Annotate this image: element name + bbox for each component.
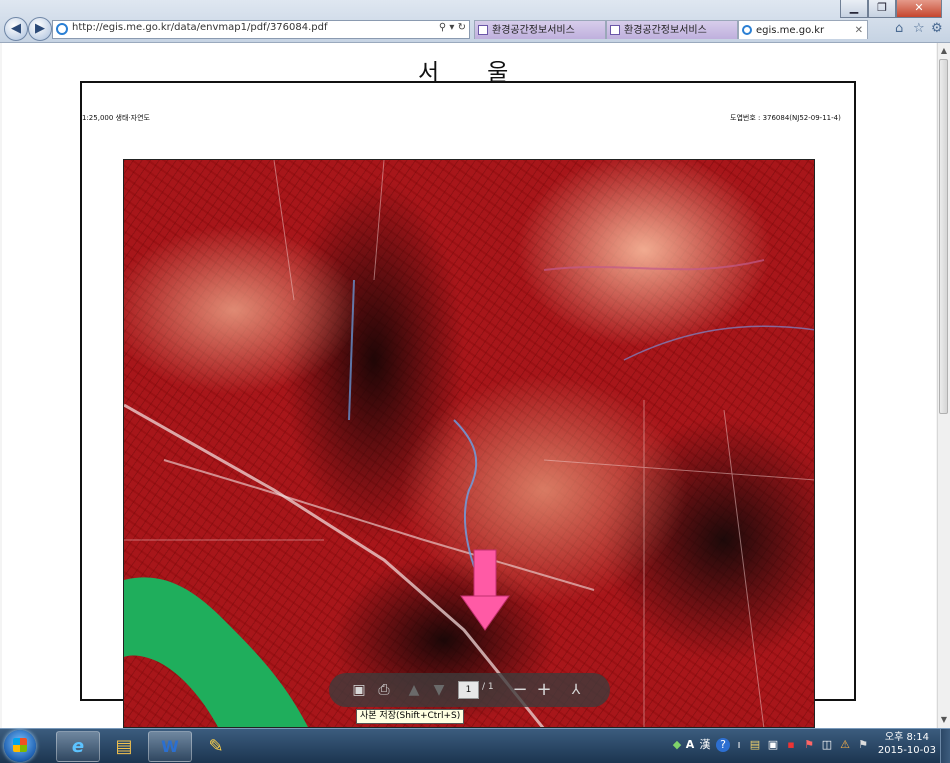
tab-label: egis.me.go.kr bbox=[756, 25, 825, 36]
river-area bbox=[124, 577, 308, 727]
print-icon[interactable]: ⎙ bbox=[375, 681, 393, 699]
start-button[interactable] bbox=[4, 730, 36, 762]
help-icon[interactable]: ? bbox=[716, 738, 730, 752]
word-icon: W bbox=[161, 737, 179, 756]
vertical-scrollbar[interactable]: ▲ ▼ bbox=[937, 43, 950, 728]
major-road bbox=[543, 259, 765, 271]
back-button[interactable]: ◀ bbox=[4, 17, 28, 41]
taskbar-internet-explorer[interactable]: e bbox=[56, 731, 100, 762]
pdf-floating-toolbar: ▣ ⎙ ▲ ▼ 1 / 1 − + ⅄ bbox=[329, 673, 610, 707]
internet-explorer-icon: e bbox=[71, 736, 85, 757]
previous-page-icon[interactable]: ▲ bbox=[405, 681, 423, 699]
home-icon[interactable]: ⌂ bbox=[895, 21, 903, 36]
major-road bbox=[163, 459, 595, 591]
tools-gear-icon[interactable]: ⚙ bbox=[931, 21, 943, 36]
acrobat-icon[interactable]: ⅄ bbox=[567, 681, 585, 699]
flag-icon[interactable]: ⚑ bbox=[802, 738, 816, 752]
minimize-button[interactable]: ▁ bbox=[840, 0, 868, 18]
tab-egis-active[interactable]: egis.me.go.kr ✕ bbox=[738, 20, 868, 39]
scroll-down-icon[interactable]: ▼ bbox=[938, 714, 950, 726]
taskbar-word[interactable]: W bbox=[148, 731, 192, 762]
next-page-icon[interactable]: ▼ bbox=[430, 681, 448, 699]
zoom-in-icon[interactable]: + bbox=[535, 681, 553, 699]
tab-label: 환경공간정보서비스 bbox=[624, 25, 707, 36]
major-road bbox=[348, 279, 355, 421]
address-controls[interactable]: ⚲ ▾ ↻ bbox=[439, 22, 466, 33]
save-copy-tooltip: 사본 저장(Shift+Ctrl+S) bbox=[356, 709, 465, 724]
ecological-map-image bbox=[123, 159, 815, 728]
paint-icon: ✎ bbox=[208, 736, 224, 757]
display-icon[interactable]: ◫ bbox=[820, 738, 834, 752]
windows-taskbar: e ▤ W ✎ ◆ A 漢 ? ı ▤ ▣ ▪ ⚑ ◫ ⚠ ⚑ 오후 8:14 … bbox=[0, 728, 950, 763]
tab-label: 환경공간정보서비스 bbox=[492, 25, 575, 36]
language-bar-icon[interactable]: ◆ bbox=[670, 738, 684, 752]
zoom-out-icon[interactable]: − bbox=[511, 681, 529, 699]
forward-button[interactable]: ▶ bbox=[28, 17, 52, 41]
address-bar[interactable]: http://egis.me.go.kr/data/envmap1/pdf/37… bbox=[52, 20, 470, 39]
major-road bbox=[623, 325, 814, 361]
browser-chrome: ▁ ❐ ✕ ◀ ▶ http://egis.me.go.kr/data/envm… bbox=[0, 0, 950, 43]
tab-envspatial-1[interactable]: 환경공간정보서비스 bbox=[474, 20, 606, 39]
clock-time: 오후 8:14 bbox=[884, 732, 929, 743]
ie-page-icon bbox=[56, 23, 68, 35]
antivirus-icon[interactable]: ▪ bbox=[784, 738, 798, 752]
window-controls: ▁ ❐ ✕ bbox=[840, 0, 942, 18]
close-window-button[interactable]: ✕ bbox=[896, 0, 942, 18]
ime-mode-icon[interactable]: A bbox=[683, 738, 697, 752]
scroll-up-icon[interactable]: ▲ bbox=[938, 45, 950, 57]
page-icon bbox=[478, 25, 488, 35]
file-explorer-icon: ▤ bbox=[115, 736, 133, 757]
hanja-icon[interactable]: 漢 bbox=[698, 738, 712, 752]
tab-envspatial-2[interactable]: 환경공간정보서비스 bbox=[606, 20, 738, 39]
page-number-input[interactable]: 1 bbox=[458, 681, 479, 699]
tray-divider-icon: ı bbox=[737, 738, 741, 751]
show-desktop-button[interactable] bbox=[940, 729, 950, 763]
favorites-star-icon[interactable]: ☆ bbox=[913, 21, 925, 36]
page-icon bbox=[610, 25, 620, 35]
volume-icon[interactable] bbox=[854, 738, 868, 752]
page-total: / 1 bbox=[482, 682, 494, 692]
save-icon[interactable]: ▣ bbox=[350, 681, 368, 699]
system-clock[interactable]: 오후 8:14 2015-10-03 bbox=[878, 731, 936, 757]
device-icon[interactable]: ▣ bbox=[766, 738, 780, 752]
close-tab-icon[interactable]: ✕ bbox=[855, 21, 863, 39]
alert-icon[interactable]: ⚠ bbox=[838, 738, 852, 752]
clock-date: 2015-10-03 bbox=[877, 745, 936, 756]
maximize-button[interactable]: ❐ bbox=[868, 0, 896, 18]
ie-page-icon bbox=[742, 25, 752, 35]
taskbar-paint[interactable]: ✎ bbox=[194, 731, 238, 762]
scroll-thumb[interactable] bbox=[939, 59, 948, 414]
map-features bbox=[124, 160, 814, 727]
windows-logo-icon bbox=[13, 738, 27, 752]
address-url[interactable]: http://egis.me.go.kr/data/envmap1/pdf/37… bbox=[72, 22, 328, 33]
network-icon[interactable]: ▤ bbox=[748, 738, 762, 752]
taskbar-file-explorer[interactable]: ▤ bbox=[102, 731, 146, 762]
